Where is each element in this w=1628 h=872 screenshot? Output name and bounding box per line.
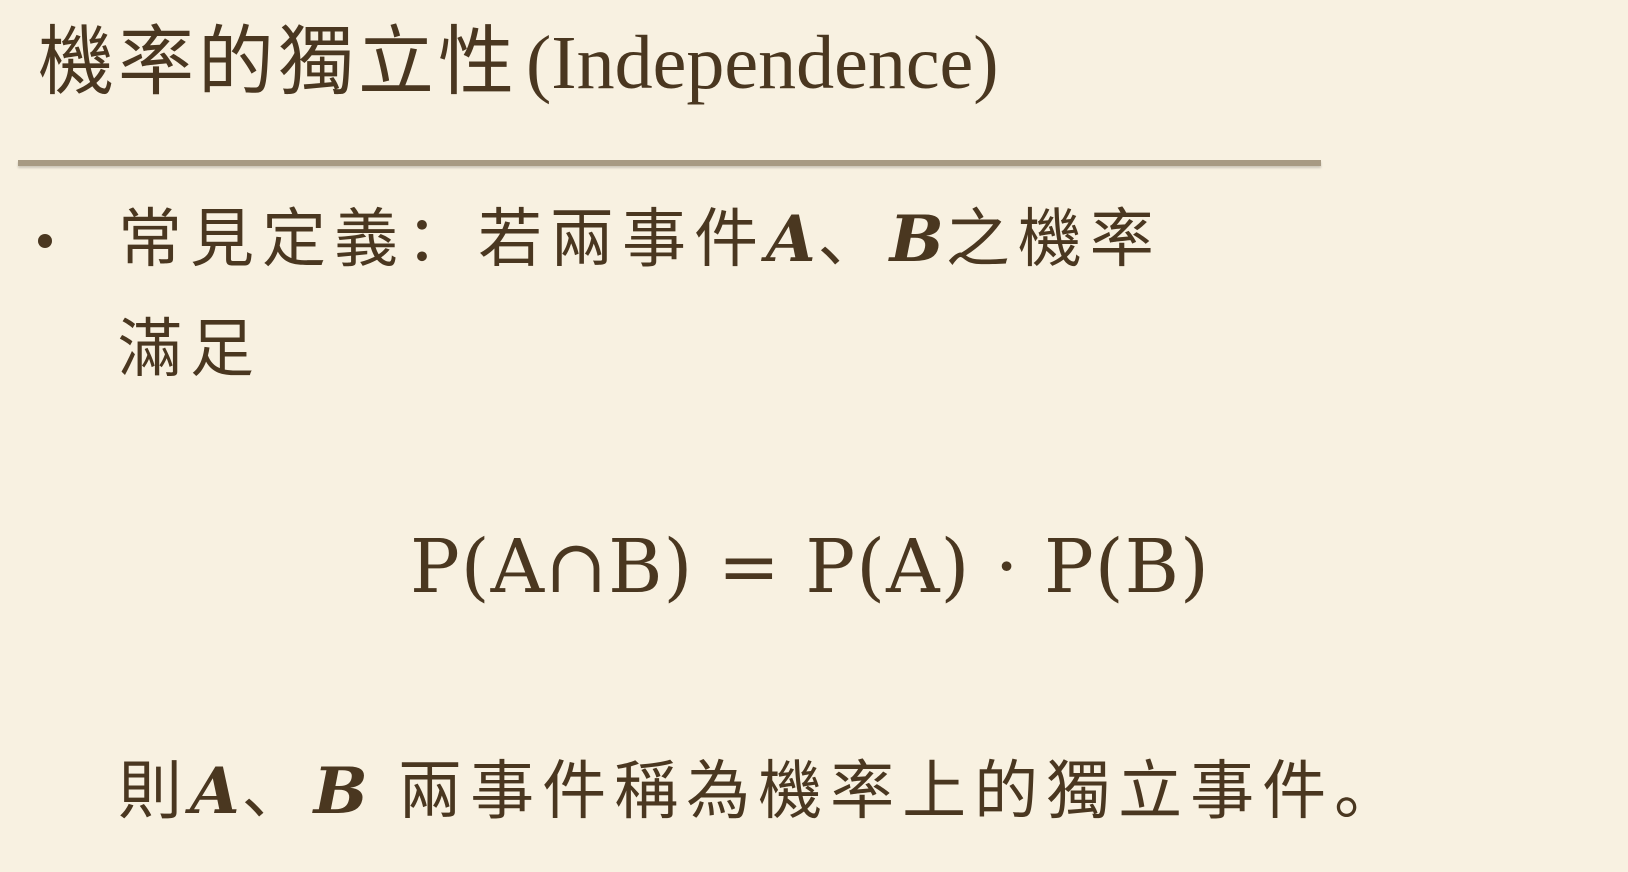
event-b: B bbox=[889, 202, 946, 277]
slide-title: 機率的獨立性 (Independence) bbox=[38, 14, 999, 111]
title-divider bbox=[18, 160, 1321, 166]
title-english: (Independence) bbox=[526, 21, 999, 105]
bullet-icon bbox=[38, 234, 52, 248]
conclusion-prefix: 則 bbox=[118, 755, 190, 829]
conclusion-suffix: 兩事件稱為機率上的獨立事件。 bbox=[369, 755, 1407, 829]
conclusion-event-a: A bbox=[190, 754, 242, 829]
slide: 機率的獨立性 (Independence) 常見定義：若兩事件A、B之機率 滿足 … bbox=[0, 0, 1628, 872]
conclusion-separator: 、 bbox=[241, 755, 314, 829]
event-a: A bbox=[766, 202, 818, 277]
title-chinese: 機率的獨立性 bbox=[38, 17, 518, 106]
definition-line-1: 常見定義：若兩事件A、B之機率 bbox=[118, 200, 1162, 280]
definition-prefix: 常見定義：若兩事件 bbox=[118, 203, 766, 277]
definition-suffix: 之機率 bbox=[945, 203, 1162, 277]
independence-formula: P(A∩B) = P(A) · P(B) bbox=[410, 524, 1210, 610]
conclusion-line: 則A、B 兩事件稱為機率上的獨立事件。 bbox=[118, 752, 1406, 832]
definition-line-2: 滿足 bbox=[118, 313, 262, 387]
conclusion-event-b: B bbox=[313, 754, 370, 829]
definition-separator: 、 bbox=[817, 203, 890, 277]
